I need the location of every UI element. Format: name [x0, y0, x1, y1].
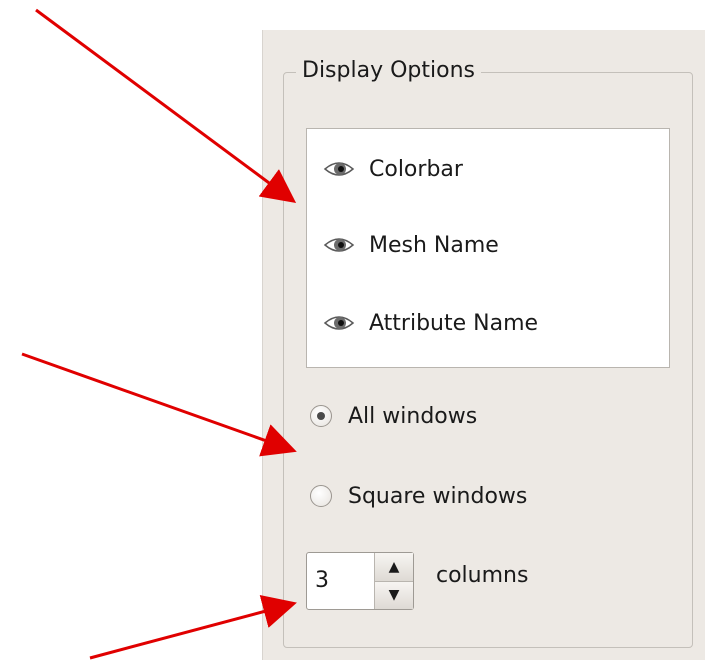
arrow-to-radios [21, 352, 297, 457]
arrow-to-list [35, 8, 297, 204]
arrow-to-spinbox [89, 595, 297, 660]
annotation-arrows [21, 8, 297, 660]
